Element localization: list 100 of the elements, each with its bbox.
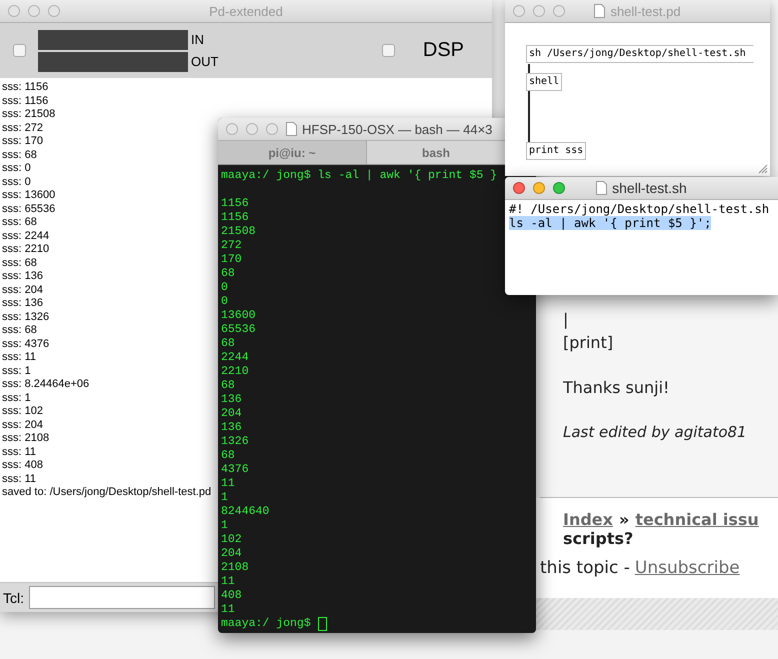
terminal-output: 136 <box>221 421 242 435</box>
meter-label: IN <box>191 32 205 47</box>
terminal-output: 0 <box>221 295 228 309</box>
terminal-output: 8244640 <box>221 505 270 519</box>
terminal-output: 68 <box>221 379 235 393</box>
terminal-output: 1 <box>221 519 228 533</box>
console-line: sss: 2244 <box>2 230 50 243</box>
terminal-tab[interactable]: pi@iu: ~ <box>218 141 367 164</box>
console-line: sss: 408 <box>2 459 43 472</box>
unsubscribe-link[interactable]: Unsubscribe <box>634 558 740 578</box>
terminal-output: 11 <box>221 603 235 617</box>
console-line: sss: 8.24464e+06 <box>2 378 90 392</box>
object-box[interactable]: shell <box>526 73 562 91</box>
console-line: sss: 68 <box>2 148 37 162</box>
console-line: sss: 1 <box>2 392 31 405</box>
terminal-prompt: maaya:/ jong$ <box>221 617 311 631</box>
console-line: sss: 68 <box>2 216 37 230</box>
post-text: | <box>563 309 568 331</box>
zoom-button[interactable] <box>48 5 60 17</box>
meter-label: OUT <box>191 54 218 69</box>
console-line: sss: 136 <box>2 270 43 284</box>
console-line: sss: 65536 <box>2 202 56 216</box>
breadcrumb-link[interactable]: Index <box>563 510 613 529</box>
console-line: sss: 68 <box>2 256 37 270</box>
terminal-output: 1156 <box>221 197 249 211</box>
terminal-output: 272 <box>221 239 242 253</box>
tcl-input-field[interactable] <box>29 586 215 609</box>
console-line: sss: 170 <box>2 135 43 148</box>
cursor-icon <box>318 617 327 631</box>
post-text: [print] <box>563 332 614 354</box>
console-line: sss: 272 <box>2 122 43 135</box>
console-line: sss: 11 <box>2 446 36 459</box>
minimize-button[interactable] <box>28 5 40 17</box>
terminal-output: 21508 <box>221 225 256 239</box>
object-box[interactable]: print sss <box>526 142 586 160</box>
message-box[interactable]: sh /Users/jong/Desktop/shell-test.sh <box>526 45 754 63</box>
subscription-text: this topic - <box>540 558 630 578</box>
minimize-button[interactable] <box>533 5 545 17</box>
terminal-output: 68 <box>221 267 235 281</box>
terminal-output: 11 <box>221 575 235 589</box>
code-line: #! /Users/jong/Desktop/shell-test.sh <box>509 202 770 216</box>
checkbox[interactable] <box>13 44 26 57</box>
terminal-output: 68 <box>221 337 235 351</box>
tcl-label: Tcl: <box>3 590 24 606</box>
console-line: sss: 1156 <box>2 81 48 94</box>
terminal-output: 2108 <box>221 561 249 575</box>
resize-grip-icon[interactable] <box>758 164 768 174</box>
terminal-output: 13600 <box>221 309 256 323</box>
terminal-output: 0 <box>221 281 228 295</box>
console-line: sss: 4376 <box>2 338 50 351</box>
console-line: sss: 21508 <box>2 108 56 122</box>
terminal-output: 136 <box>221 393 242 407</box>
console-line: sss: 13600 <box>2 189 56 202</box>
console-line: sss: 204 <box>2 418 43 432</box>
breadcrumb-link[interactable]: technical issu <box>635 510 759 529</box>
terminal-output: 102 <box>221 533 242 547</box>
terminal-output: 68 <box>221 449 235 463</box>
console-line: sss: 11 <box>2 472 36 486</box>
post-text: Thanks sunji! <box>563 377 670 399</box>
breadcrumb-separator: » <box>618 510 630 529</box>
console-line: sss: 136 <box>2 297 43 310</box>
edit-note: Last edited by agitato81 <box>563 422 747 443</box>
terminal-output: 204 <box>221 407 242 421</box>
topic-title: scripts? <box>563 529 634 548</box>
console-line: sss: 1326 <box>2 310 50 324</box>
document-icon <box>596 181 608 195</box>
zoom-button[interactable] <box>553 182 565 194</box>
console-line: sss: 1 <box>2 364 31 378</box>
console-line: sss: 11 <box>2 351 36 364</box>
terminal-tab[interactable]: bash <box>367 141 505 164</box>
terminal-output: 170 <box>221 253 242 267</box>
zoom-button[interactable] <box>553 5 565 17</box>
terminal-output: 1 <box>221 491 228 505</box>
dsp-checkbox[interactable] <box>382 44 395 57</box>
terminal-output: 4376 <box>221 463 249 477</box>
console-line: sss: 1156 <box>2 94 48 108</box>
window-title: shell-test.pd <box>610 4 681 18</box>
terminal-output: 1156 <box>221 211 249 225</box>
terminal-output: 11 <box>221 477 235 491</box>
window-title: HFSP-150-OSX — bash — 44×3 <box>302 122 492 136</box>
console-line: sss: 2210 <box>2 243 50 256</box>
dsp-label: DSP <box>422 39 465 62</box>
terminal-output: 65536 <box>221 323 256 337</box>
console-line: sss: 0 <box>2 176 31 189</box>
terminal-output: 2210 <box>221 365 249 379</box>
document-icon <box>594 4 606 18</box>
close-button[interactable] <box>513 182 525 194</box>
console-line: sss: 204 <box>2 284 43 297</box>
minimize-button[interactable] <box>246 123 258 135</box>
window-title: Pd-extended <box>209 4 283 18</box>
terminal-output: 1326 <box>221 435 249 449</box>
terminal-command: maaya:/ jong$ ls -al | awk '{ print $5 } <box>221 169 498 183</box>
terminal-output: 2244 <box>221 351 249 365</box>
console-line: sss: 2108 <box>2 432 50 446</box>
minimize-button[interactable] <box>533 182 545 194</box>
window-title: shell-test.sh <box>612 180 687 196</box>
console-line: sss: 68 <box>2 324 37 338</box>
console-line: sss: 102 <box>2 405 43 418</box>
console-line: sss: 0 <box>2 162 31 176</box>
zoom-button[interactable] <box>266 123 278 135</box>
